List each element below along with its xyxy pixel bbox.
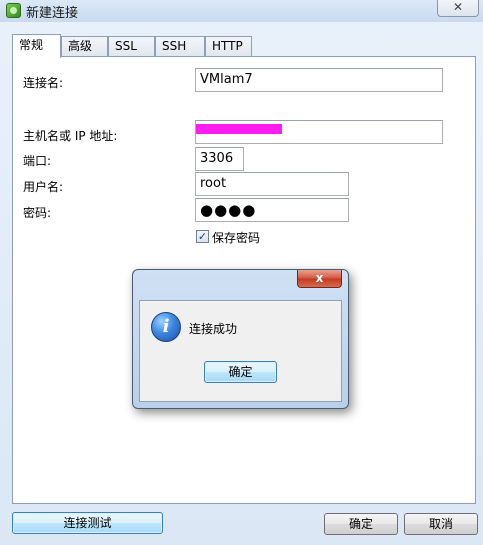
tab-ssh[interactable]: SSH	[155, 36, 205, 57]
username-input[interactable]: root	[195, 172, 349, 196]
connection-name-label: 连接名:	[23, 76, 64, 90]
dialog-ok-button[interactable]: 确定	[204, 361, 277, 383]
password-input[interactable]: ●●●●	[195, 198, 349, 222]
password-label: 密码:	[23, 206, 52, 220]
port-label: 端口:	[23, 154, 52, 168]
tab-advanced[interactable]: 高级	[61, 36, 108, 57]
info-icon: i	[151, 312, 181, 342]
test-connection-button[interactable]: 连接测试	[12, 512, 163, 534]
host-label: 主机名或 IP 地址:	[23, 129, 118, 143]
dialog-message: 连接成功	[189, 322, 238, 336]
app-icon	[6, 3, 21, 18]
window-title: 新建连接	[26, 6, 79, 21]
host-input[interactable]	[195, 120, 443, 144]
message-dialog: x i 连接成功 确定	[132, 269, 349, 409]
save-password-label: 保存密码	[212, 231, 261, 245]
ok-button[interactable]: 确定	[324, 513, 398, 535]
tab-http[interactable]: HTTP	[205, 36, 252, 57]
tab-general[interactable]: 常规	[12, 34, 61, 58]
username-label: 用户名:	[23, 180, 64, 194]
redacted-host	[196, 124, 282, 134]
port-input[interactable]: 3306	[195, 147, 244, 171]
title-bar[interactable]: 新建连接 ✕	[0, 0, 483, 22]
dialog-close-button[interactable]: x	[297, 270, 342, 288]
window-close-button[interactable]: ✕	[437, 0, 479, 17]
dialog-body: i 连接成功 确定	[139, 300, 342, 402]
save-password-checkbox[interactable]: ✓	[196, 230, 209, 243]
connection-name-input[interactable]: VMlam7	[195, 68, 443, 92]
cancel-button[interactable]: 取消	[404, 513, 478, 535]
new-connection-window: 新建连接 ✕ 常规 高级 SSL SSH HTTP 连接名: VMlam7 主机…	[0, 0, 483, 545]
tab-ssl[interactable]: SSL	[108, 36, 155, 57]
